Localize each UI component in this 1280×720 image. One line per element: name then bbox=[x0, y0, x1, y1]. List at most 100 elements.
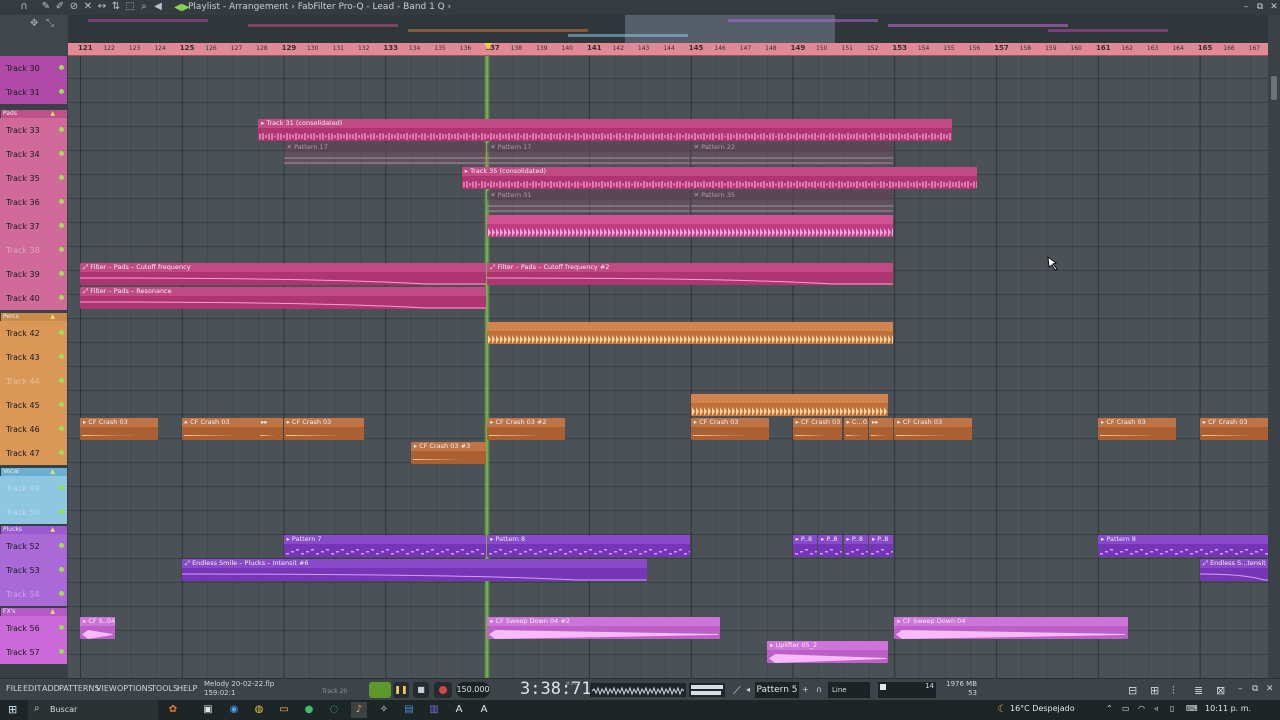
pattern-add-icon[interactable]: + bbox=[802, 685, 809, 694]
wifi-icon[interactable]: ◠ bbox=[1138, 704, 1145, 713]
magnet-icon[interactable]: ∩ bbox=[18, 1, 30, 13]
track-mute-led-icon[interactable] bbox=[59, 649, 64, 654]
widgets-icon[interactable]: ✿ bbox=[165, 702, 181, 718]
playlist-clip[interactable]: ▸ CF Crash 03 bbox=[181, 418, 260, 440]
scrollbar-thumb[interactable] bbox=[1271, 76, 1277, 100]
keyboard-icon[interactable]: ⌨ bbox=[1186, 704, 1198, 713]
file-explorer-icon[interactable]: ▭ bbox=[276, 702, 292, 718]
edge-icon[interactable]: ◉ bbox=[226, 702, 242, 718]
playlist-clip[interactable]: ✕ Pattern 17 bbox=[283, 143, 487, 165]
track-header[interactable]: Track 44 bbox=[0, 369, 67, 393]
track-header[interactable]: Track 37 bbox=[0, 214, 67, 238]
chrome-icon[interactable]: ◍ bbox=[251, 702, 267, 718]
track-mute-led-icon[interactable] bbox=[59, 543, 64, 548]
track-mute-led-icon[interactable] bbox=[59, 402, 64, 407]
collapse-arrow-icon[interactable]: ▲ bbox=[50, 526, 55, 534]
track-mute-led-icon[interactable] bbox=[59, 509, 64, 514]
playlist-clip[interactable]: ✕ Pattern 35 bbox=[690, 191, 894, 213]
playlist-clip[interactable]: ▸ Uplifter 05_2 bbox=[767, 641, 889, 663]
track-mute-led-icon[interactable] bbox=[59, 625, 64, 630]
delete-tool-icon[interactable]: ⊘ bbox=[68, 1, 80, 13]
pattern-selector[interactable]: Pattern 5 bbox=[755, 682, 799, 698]
fl-studio-icon[interactable]: ♪ bbox=[351, 702, 367, 718]
playlist-clip[interactable]: ✕ Pattern 22 bbox=[690, 143, 894, 165]
zoom-tool-icon[interactable]: ⌕ bbox=[138, 1, 150, 13]
collapse-arrow-icon[interactable]: ▲ bbox=[50, 468, 55, 476]
playhead-handle-icon[interactable] bbox=[484, 43, 493, 50]
playlist-clip[interactable] bbox=[487, 322, 894, 344]
playlist-clip[interactable]: ▸ CF Crash 03 #3 bbox=[410, 442, 487, 464]
playlist-clip[interactable]: ▸▸ bbox=[258, 418, 283, 440]
playlist-clip[interactable]: ▸ CF Crash 03 #2 bbox=[487, 418, 566, 440]
playlist-clip[interactable]: ▸ P..8 bbox=[843, 535, 868, 557]
track-header[interactable]: Track 52 bbox=[0, 534, 67, 558]
windows-start-icon[interactable]: ⊞ bbox=[8, 703, 17, 716]
menu-add[interactable]: ADD bbox=[42, 684, 60, 693]
playlist-clip[interactable]: ▸ CF Crash 03 bbox=[1199, 418, 1268, 440]
playlist-clip[interactable]: ▸ CF Crash 03 bbox=[690, 418, 769, 440]
playlist-clip[interactable]: ✕ Pattern 17 bbox=[487, 143, 690, 165]
playlist-clip[interactable]: ▸ CF Sweep Down 04 bbox=[894, 617, 1128, 639]
track-mute-led-icon[interactable] bbox=[59, 330, 64, 335]
track-header[interactable]: Track 53 bbox=[0, 558, 67, 582]
track-header[interactable]: Track 36 bbox=[0, 190, 67, 214]
app-icon-8[interactable]: ▤ bbox=[401, 702, 417, 718]
song-time-display[interactable]: 3:38:71 bbox=[520, 679, 592, 699]
playlist-clip[interactable]: ▸▸ bbox=[868, 418, 894, 440]
pat-song-toggle[interactable] bbox=[369, 682, 391, 698]
track-group-label[interactable]: FX's ▲ bbox=[1, 608, 67, 616]
track-header[interactable]: Track 39 bbox=[0, 262, 67, 286]
master-volume-icon[interactable]: ⟋ bbox=[733, 684, 741, 698]
menu-patterns[interactable]: PATTERNS bbox=[59, 684, 99, 693]
taskbar-clock[interactable]: 10:11 p. m. bbox=[1205, 704, 1251, 713]
track-header[interactable]: Track 57 bbox=[0, 640, 67, 664]
playlist-clip[interactable]: ▸ Track 35 (consolidated) bbox=[461, 167, 978, 189]
track-header[interactable]: Track 42 bbox=[0, 321, 67, 345]
track-header[interactable]: Track 33 bbox=[0, 118, 67, 142]
playlist-clip[interactable]: ▸ CF Crash 03 bbox=[283, 418, 365, 440]
snap-selector[interactable]: Line bbox=[828, 682, 870, 698]
track-group-label[interactable]: Pads ▲ bbox=[1, 110, 67, 118]
playlist-clip[interactable]: ▸ CF S..04 bbox=[80, 617, 115, 639]
playlist-clip[interactable]: ▸ Pattern 8 bbox=[1098, 535, 1268, 557]
playlist-clip[interactable]: ⤢ Endless Smile – Plucks – Intensit #6 bbox=[181, 559, 647, 581]
fl-minimize-icon[interactable]: – bbox=[1238, 684, 1243, 694]
track-header[interactable]: Track 31 bbox=[0, 80, 67, 104]
playlist-window-icon[interactable]: ⊟ bbox=[1128, 684, 1137, 697]
app-icon-10[interactable]: A bbox=[451, 702, 467, 718]
track-mute-led-icon[interactable] bbox=[59, 175, 64, 180]
track-mute-led-icon[interactable] bbox=[59, 378, 64, 383]
playlist-clip[interactable]: ▸ CF Sweep Down 04 #2 bbox=[487, 617, 721, 639]
menu-tools[interactable]: TOOLS bbox=[151, 684, 178, 693]
minimize-button[interactable]: – bbox=[1240, 0, 1252, 15]
arrangement-overview[interactable] bbox=[68, 15, 1268, 43]
taskbar-search[interactable]: ⌕ Buscar bbox=[28, 700, 158, 720]
track-header[interactable]: Track 49 bbox=[0, 476, 67, 500]
track-header[interactable]: Track 40 bbox=[0, 286, 67, 310]
track-group-label[interactable]: Vocal ▲ bbox=[1, 468, 67, 476]
track-header[interactable]: Track 50 bbox=[0, 500, 67, 524]
volume-icon[interactable]: ◃ bbox=[1154, 704, 1158, 713]
app-icon-9[interactable]: ▥ bbox=[426, 702, 442, 718]
track-mute-led-icon[interactable] bbox=[59, 199, 64, 204]
move-icon[interactable]: ✥ bbox=[30, 18, 38, 29]
playlist-grid[interactable]: ▸ Track 31 (consolidated) ✕ Pattern 17 ✕ P… bbox=[68, 56, 1268, 678]
playlist-clip[interactable]: ▸ C…03 bbox=[843, 418, 868, 440]
track-header[interactable]: Track 43 bbox=[0, 345, 67, 369]
track-mute-led-icon[interactable] bbox=[59, 591, 64, 596]
restore-button[interactable]: ⧉ bbox=[1254, 0, 1266, 15]
track-header[interactable]: Track 47 bbox=[0, 441, 67, 465]
playlist-clip[interactable]: ✕ Pattern 31 bbox=[487, 191, 690, 213]
playlist-clip[interactable]: ⤢ Filter – Pads – Cutoff frequency bbox=[80, 263, 487, 285]
mixer-icon[interactable]: ⫶ bbox=[1172, 684, 1175, 698]
mute-tool-icon[interactable]: ✕ bbox=[82, 1, 94, 13]
track-group-label[interactable]: Percs ▲ bbox=[1, 313, 67, 321]
pattern-prev-arrow-icon[interactable]: ◂ bbox=[746, 685, 750, 694]
playlist-clip[interactable]: ▸ Pattern 8 bbox=[487, 535, 690, 557]
track-header[interactable]: Track 34 bbox=[0, 142, 67, 166]
slip-tool-icon[interactable]: ↔ bbox=[96, 1, 108, 13]
menu-edit[interactable]: EDIT bbox=[23, 684, 41, 693]
playlist-clip[interactable]: ▸ P..8 bbox=[792, 535, 818, 557]
menu-help[interactable]: HELP bbox=[177, 684, 197, 693]
track-header[interactable]: Track 56 bbox=[0, 616, 67, 640]
